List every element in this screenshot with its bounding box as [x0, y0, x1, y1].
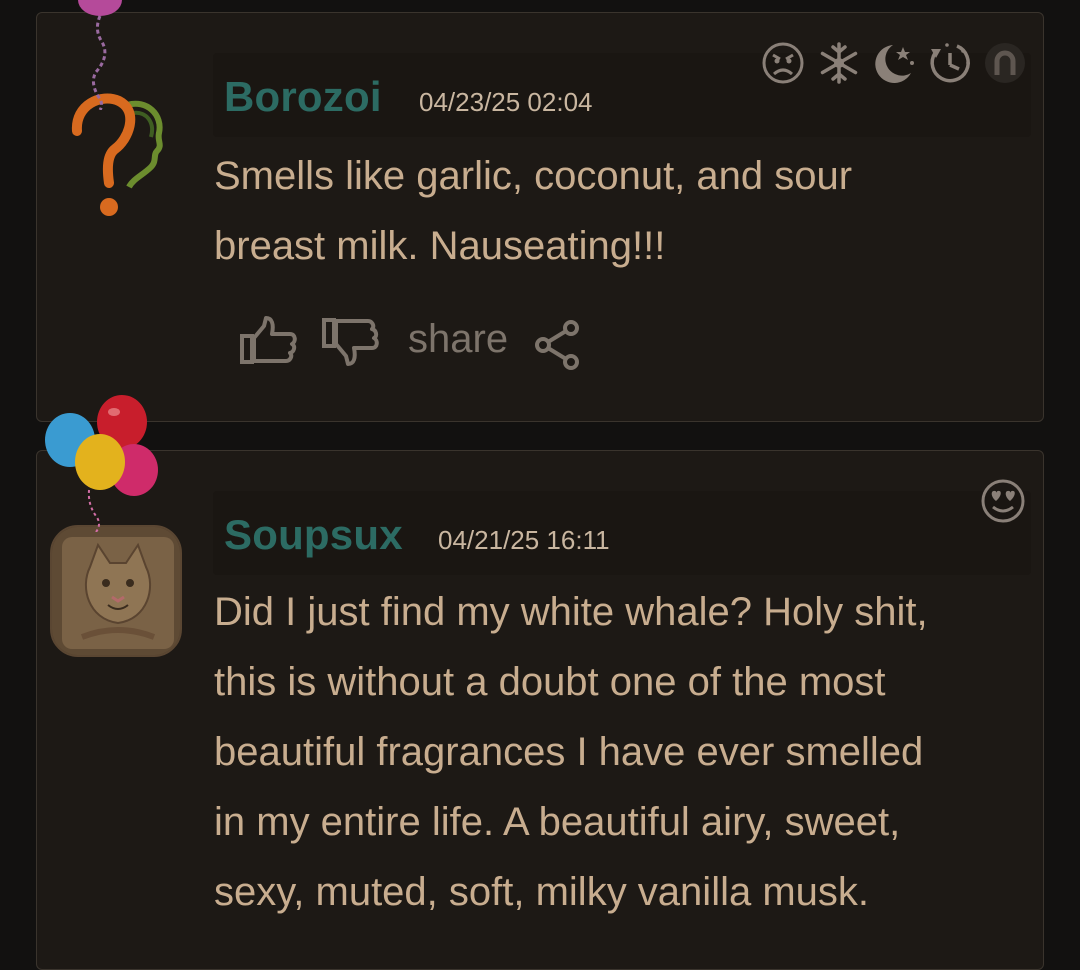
share-button[interactable]: share [408, 317, 508, 362]
balloon-icon [78, 0, 122, 110]
comment-date: 04/23/25 02:04 [419, 87, 593, 117]
clock-icon [930, 43, 970, 83]
thumbs-down-icon[interactable] [322, 316, 380, 366]
balloons-icon [45, 395, 158, 532]
moon-stars-icon [875, 45, 914, 83]
sad-face-icon [762, 42, 804, 84]
comment-username[interactable]: Soupsux [224, 511, 403, 559]
comment-card: Soupsux 04/21/25 16:11 Did I just find m… [36, 450, 1044, 970]
heart-eyes-face-icon [981, 479, 1025, 523]
arch-icon [985, 43, 1025, 83]
comment-text: Smells like garlic, coconut, and sour br… [214, 154, 853, 268]
share-icon[interactable] [533, 318, 583, 372]
comment-text: Did I just find my white whale? Holy shi… [214, 590, 928, 914]
comment-date: 04/21/25 16:11 [438, 525, 610, 555]
thumbs-up-icon[interactable] [240, 316, 298, 366]
comment-username[interactable]: Borozoi [224, 73, 382, 121]
comment-card: Borozoi 04/23/25 02:04 Smells like garli… [36, 12, 1044, 422]
avatar[interactable] [50, 525, 182, 657]
cat-avatar [52, 527, 180, 655]
snowflake-icon [820, 42, 858, 84]
